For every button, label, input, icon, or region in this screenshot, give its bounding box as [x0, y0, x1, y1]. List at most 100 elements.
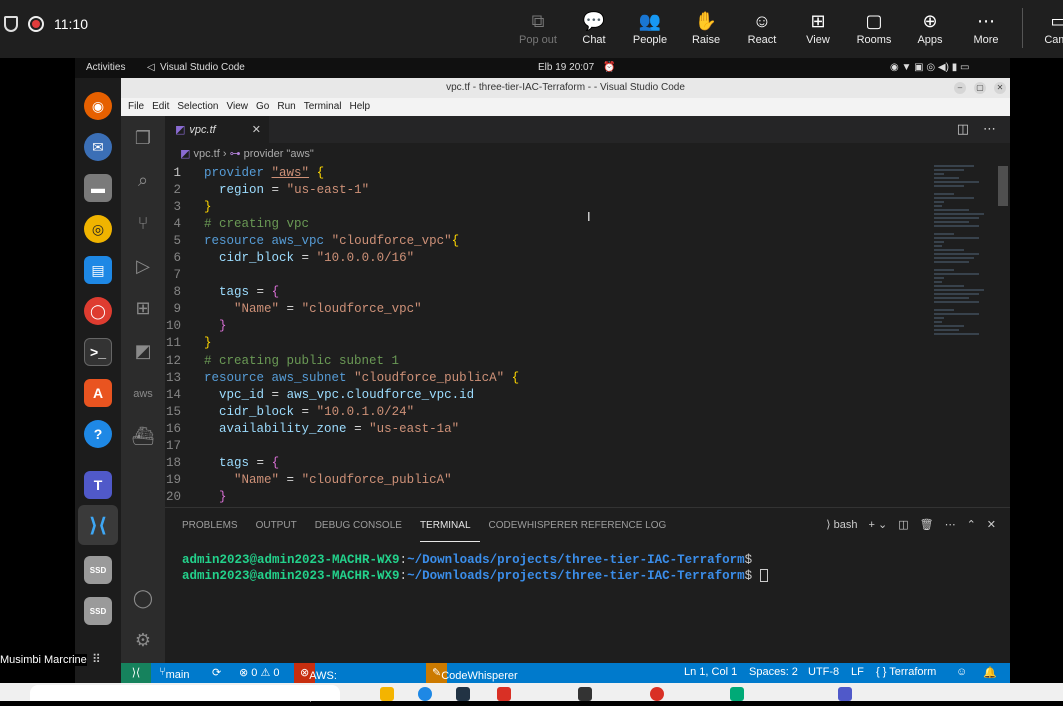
apps-button[interactable]: ⊕ Apps — [902, 8, 958, 48]
source-control-icon[interactable]: ⑂ — [131, 211, 155, 235]
react-button[interactable]: ☺ React — [734, 8, 790, 48]
minimap[interactable] — [934, 165, 990, 365]
teams-taskbar-icon[interactable] — [838, 687, 852, 701]
edge-icon[interactable] — [418, 687, 432, 701]
help-icon[interactable]: ? — [84, 420, 112, 448]
settings-gear-icon[interactable]: ⚙ — [131, 628, 155, 652]
close-icon[interactable]: ✕ — [994, 82, 1006, 94]
explorer-icon[interactable]: ❐ — [131, 126, 155, 150]
menu-view[interactable]: View — [223, 98, 253, 116]
thunderbird-icon[interactable]: ✉ — [84, 133, 112, 161]
taskbar-app-icon-2[interactable] — [578, 687, 592, 701]
chrome-taskbar-icon[interactable] — [650, 687, 664, 701]
action-label: Apps — [917, 34, 943, 46]
sync-icon[interactable]: ⟳ — [212, 666, 221, 679]
firefox-icon[interactable]: ◉ — [84, 92, 112, 120]
taskbar-app-icon-3[interactable] — [730, 687, 744, 701]
split-terminal-icon[interactable]: ◫ — [898, 518, 908, 531]
terminal-line: admin2023@admin2023-MACHR-WX9:~/Download… — [182, 568, 768, 584]
view-button[interactable]: ⊞ View — [790, 8, 846, 48]
search-icon[interactable]: ⌕ — [131, 168, 155, 192]
breadcrumb-file[interactable]: vpc.tf — [193, 148, 219, 160]
indentation[interactable]: Spaces: 2 — [749, 666, 798, 678]
menu-terminal[interactable]: Terminal — [300, 98, 346, 116]
grip-icon[interactable]: ⠿ — [92, 652, 101, 666]
menu-file[interactable]: File — [124, 98, 148, 116]
editor-scrollbar[interactable] — [998, 166, 1008, 206]
active-app-label[interactable]: Visual Studio Code — [160, 62, 245, 73]
terminal-shell-dropdown[interactable]: ⟩ bash — [826, 518, 857, 531]
branch-status[interactable]: ⑂ main — [159, 666, 189, 681]
more-actions-icon[interactable]: ⋯ — [983, 121, 996, 137]
close-panel-icon[interactable]: ✕ — [987, 518, 996, 531]
files-icon[interactable]: ▬ — [84, 174, 112, 202]
terraform-icon[interactable]: ◩ — [131, 339, 155, 363]
terminal-output[interactable]: admin2023@admin2023-MACHR-WX9:~/Download… — [182, 552, 768, 584]
notifications-icon[interactable]: 🔔 — [983, 666, 997, 679]
panel-tab-problems[interactable]: PROBLEMS — [182, 508, 247, 542]
remote-icon[interactable]: ⟩⟨ — [121, 663, 151, 683]
vscode-dock-icon[interactable]: ⟩⟨ — [78, 505, 118, 545]
encoding[interactable]: UTF-8 — [808, 666, 839, 678]
taskbar-search[interactable] — [30, 685, 340, 701]
activities-button[interactable]: Activities — [86, 62, 125, 73]
account-icon[interactable]: ◯ — [131, 586, 155, 610]
rhythmbox-icon[interactable]: ◎ — [84, 215, 112, 243]
people-button[interactable]: 👥 People — [622, 8, 678, 48]
editor-tabs: ◩ vpc.tf ✕ ◫ ⋯ — [165, 116, 1010, 143]
menu-selection[interactable]: Selection — [173, 98, 222, 116]
menu-go[interactable]: Go — [252, 98, 273, 116]
more-button[interactable]: ⋯ More — [958, 8, 1014, 48]
problems-status[interactable]: ⊗ 0 ⚠ 0 — [239, 666, 279, 679]
teams-icon[interactable]: T — [84, 471, 112, 499]
came-button[interactable]: ▭ Came — [1031, 8, 1063, 48]
clock[interactable]: Elb 19 20:07 — [538, 62, 594, 73]
aws-profile-status[interactable]: ⊗ AWS: profile:default — [294, 663, 375, 702]
file-explorer-icon[interactable] — [380, 687, 394, 701]
panel-tab-debug-console[interactable]: DEBUG CONSOLE — [315, 508, 411, 542]
run-debug-icon[interactable]: ▷ — [131, 254, 155, 278]
menu-help[interactable]: Help — [346, 98, 375, 116]
tray-icons[interactable]: ◉ ▼ ▣ ◎ ◀) ▮ ▭ — [890, 62, 969, 73]
extensions-icon[interactable]: ⊞ — [131, 296, 155, 320]
more-icon[interactable]: ⋯ — [945, 518, 956, 531]
breadcrumb-symbol[interactable]: provider "aws" — [244, 148, 314, 160]
taskbar-app-icon[interactable] — [497, 687, 511, 701]
panel-tab-codewhisperer-reference-log[interactable]: CODEWHISPERER REFERENCE LOG — [489, 508, 676, 542]
view-icon: ⊞ — [810, 11, 826, 31]
raise-button[interactable]: ✋ Raise — [678, 8, 734, 48]
line-ending[interactable]: LF — [851, 666, 864, 678]
ssd-drive-icon[interactable]: SSD — [84, 556, 112, 584]
kill-terminal-icon[interactable]: 🗑 — [920, 518, 934, 531]
docker-icon[interactable]: ⛴ — [131, 424, 155, 448]
feedback-icon[interactable]: ☺ — [956, 666, 967, 678]
action-label: More — [973, 34, 999, 46]
mouse-cursor-icon: I — [587, 209, 591, 224]
maximize-icon[interactable]: ▢ — [974, 82, 986, 94]
rooms-button[interactable]: ▢ Rooms — [846, 8, 902, 48]
store-icon[interactable] — [456, 687, 470, 701]
terminal-icon[interactable]: >_ — [84, 338, 112, 366]
close-tab-icon[interactable]: ✕ — [252, 117, 261, 144]
maximize-panel-icon[interactable]: ⌃ — [967, 518, 976, 531]
chat-button[interactable]: 💬 Chat — [566, 8, 622, 48]
panel-tab-terminal[interactable]: TERMINAL — [419, 508, 480, 542]
popout-icon: ⧉ — [531, 11, 545, 31]
software-center-icon[interactable]: A — [84, 379, 112, 407]
aws-icon[interactable]: aws — [131, 382, 155, 406]
tab-vpc-tf[interactable]: ◩ vpc.tf ✕ — [165, 116, 269, 143]
new-terminal-icon[interactable]: + ⌄ — [868, 518, 887, 531]
menu-edit[interactable]: Edit — [148, 98, 173, 116]
panel-tab-output[interactable]: OUTPUT — [256, 508, 306, 542]
minimize-icon[interactable]: – — [954, 82, 966, 94]
codewhisperer-status[interactable]: ✎ CodeWhisperer — [426, 663, 518, 683]
menu-run[interactable]: Run — [273, 98, 299, 116]
chrome-icon[interactable]: ◯ — [84, 297, 112, 325]
cursor-position[interactable]: Ln 1, Col 1 — [684, 666, 737, 678]
code-editor[interactable]: 1 provider "aws" { 2 region = "us-east-1"… — [165, 165, 935, 507]
language-mode[interactable]: { } Terraform — [876, 666, 936, 678]
split-editor-icon[interactable]: ◫ — [957, 121, 969, 137]
writer-icon[interactable]: ▤ — [84, 256, 112, 284]
ssd-drive-icon-2[interactable]: SSD — [84, 597, 112, 625]
chat-icon: 💬 — [582, 11, 606, 31]
